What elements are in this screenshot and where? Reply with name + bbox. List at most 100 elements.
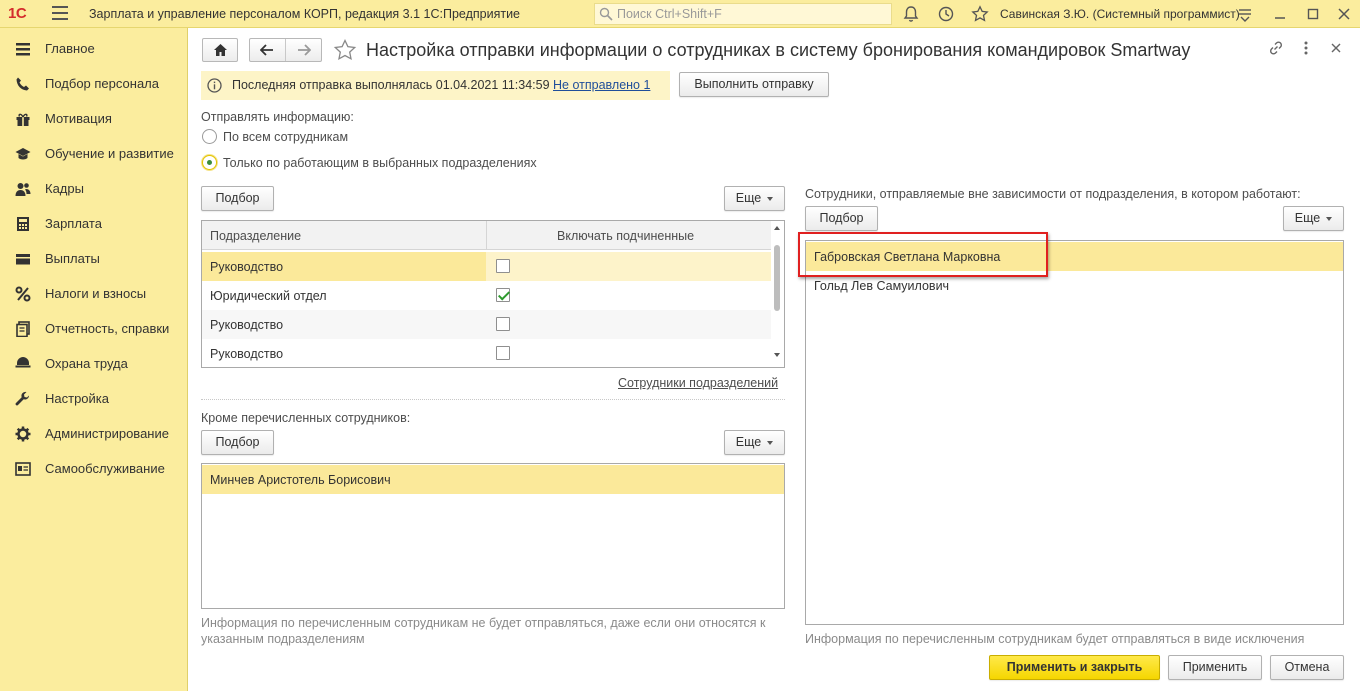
main-menu-icon[interactable] — [52, 6, 68, 20]
sidebar-item-taxes[interactable]: Налоги и взносы — [0, 275, 188, 310]
sidebar-item-recruiting[interactable]: Подбор персонала — [0, 65, 188, 100]
include-subordinates-checkbox[interactable] — [496, 288, 510, 302]
apply-button[interactable]: Применить — [1168, 655, 1262, 680]
scroll-down-icon[interactable] — [773, 352, 781, 358]
sidebar-item-label: Охрана труда — [45, 356, 128, 371]
radio-selected-departments-label[interactable]: Только по работающим в выбранных подразд… — [223, 156, 537, 170]
home-button[interactable] — [202, 38, 238, 62]
list-item[interactable]: Минчев Аристотель Борисович — [202, 465, 784, 494]
included-employees-list: Габровская Светлана Марковна Гольд Лев С… — [805, 240, 1344, 625]
dropdown-caret-icon — [767, 196, 774, 201]
sidebar-item-admin[interactable]: Администрирование — [0, 415, 188, 450]
sidebar-item-label: Настройка — [45, 391, 109, 406]
favorites-star-icon[interactable] — [971, 5, 989, 23]
more-label: Еще — [735, 435, 762, 449]
sidebar: Главное Подбор персонала Мотивация Обуче… — [0, 28, 188, 691]
table-row[interactable]: Юридический отдел — [202, 281, 772, 310]
employee-name: Гольд Лев Самуилович — [814, 279, 950, 293]
send-now-button[interactable]: Выполнить отправку — [679, 72, 829, 97]
table-row[interactable]: Руководство — [202, 252, 772, 281]
excluded-hint: Информация по перечисленным сотрудникам … — [201, 616, 766, 646]
excluded-more-button[interactable]: Еще — [724, 430, 785, 455]
included-pick-button[interactable]: Подбор — [805, 206, 878, 231]
include-subordinates-checkbox[interactable] — [496, 259, 510, 273]
sidebar-item-settings[interactable]: Настройка — [0, 380, 188, 415]
include-subordinates-checkbox[interactable] — [496, 317, 510, 331]
favorite-star-icon[interactable] — [333, 38, 357, 62]
sidebar-item-label: Самообслуживание — [45, 461, 165, 476]
table-scrollbar[interactable] — [771, 221, 783, 367]
scrollbar-thumb[interactable] — [774, 245, 780, 311]
sidebar-item-label: Зарплата — [45, 216, 102, 231]
sidebar-item-label: Отчетность, справки — [45, 321, 170, 336]
home-icon — [214, 44, 227, 56]
info-icon — [207, 78, 222, 93]
menu-lines-icon — [16, 43, 30, 56]
highlight-frame — [798, 232, 1048, 277]
forward-button[interactable] — [286, 39, 322, 61]
sidebar-item-salary[interactable]: Зарплата — [0, 205, 188, 240]
table-row[interactable]: Руководство — [202, 310, 772, 339]
sidebar-item-hr[interactable]: Кадры — [0, 170, 188, 205]
radio-all-employees-label[interactable]: По всем сотрудникам — [223, 130, 348, 144]
arrow-right-icon — [298, 44, 311, 56]
apply-and-close-button[interactable]: Применить и закрыть — [989, 655, 1160, 680]
sidebar-item-label: Главное — [45, 41, 95, 56]
excluded-pick-button[interactable]: Подбор — [201, 430, 274, 455]
sidebar-item-safety[interactable]: Охрана труда — [0, 345, 188, 380]
back-button[interactable] — [250, 39, 286, 61]
send-mode-label: Отправлять информацию: — [201, 110, 354, 124]
report-icon — [16, 321, 30, 337]
sidebar-item-selfservice[interactable]: Самообслуживание — [0, 450, 188, 485]
column-include-subordinates[interactable]: Включать подчиненные — [557, 229, 694, 243]
column-department[interactable]: Подразделение — [210, 229, 301, 243]
excluded-employees-label: Кроме перечисленных сотрудников: — [201, 411, 411, 425]
shield-icon — [15, 357, 31, 368]
cancel-button[interactable]: Отмена — [1270, 655, 1344, 680]
include-subordinates-checkbox[interactable] — [496, 346, 510, 360]
search-icon — [599, 7, 613, 21]
not-sent-link[interactable]: Не отправлено 1 — [553, 78, 650, 92]
departments-more-button[interactable]: Еще — [724, 186, 785, 211]
included-employees-label: Сотрудники, отправляемые вне зависимости… — [805, 187, 1301, 201]
scroll-up-icon[interactable] — [773, 225, 781, 231]
sidebar-item-label: Кадры — [45, 181, 84, 196]
sidebar-item-motivation[interactable]: Мотивация — [0, 100, 188, 135]
department-name: Руководство — [210, 318, 284, 332]
table-header: Подразделение Включать подчиненные — [202, 221, 772, 250]
department-employees-link[interactable]: Сотрудники подразделений — [618, 376, 778, 390]
sidebar-item-label: Обучение и развитие — [45, 146, 174, 161]
nav-buttons-group — [249, 38, 322, 62]
minimize-icon[interactable] — [1271, 5, 1289, 23]
app-logo[interactable]: 1С — [8, 5, 27, 22]
search-placeholder: Поиск Ctrl+Shift+F — [617, 7, 722, 21]
link-icon[interactable] — [1268, 40, 1284, 56]
departments-pick-button[interactable]: Подбор — [201, 186, 274, 211]
more-vertical-icon[interactable] — [1300, 40, 1312, 56]
dropdown-caret-icon — [767, 440, 774, 445]
employee-name: Минчев Аристотель Борисович — [210, 473, 391, 487]
search-input[interactable]: Поиск Ctrl+Shift+F — [594, 3, 892, 25]
maximize-icon[interactable] — [1304, 5, 1322, 23]
radio-selected-departments[interactable] — [202, 155, 217, 170]
settings-menu-icon[interactable] — [1236, 5, 1254, 23]
included-more-button[interactable]: Еще — [1283, 206, 1344, 231]
dropdown-caret-icon — [1326, 216, 1333, 221]
close-form-icon[interactable] — [1330, 42, 1342, 54]
close-window-icon[interactable] — [1335, 5, 1353, 23]
sidebar-item-training[interactable]: Обучение и развитие — [0, 135, 188, 170]
radio-all-employees[interactable] — [202, 129, 217, 144]
sidebar-item-reports[interactable]: Отчетность, справки — [0, 310, 188, 345]
sidebar-item-label: Администрирование — [45, 426, 169, 441]
department-name: Руководство — [210, 260, 284, 274]
bell-icon[interactable] — [902, 5, 920, 23]
user-name[interactable]: Савинская З.Ю. (Системный программист) — [1000, 7, 1240, 21]
app-title: Зарплата и управление персоналом КОРП, р… — [89, 7, 521, 21]
table-row[interactable]: Руководство — [202, 339, 772, 367]
wallet-icon — [16, 254, 30, 265]
sidebar-item-payments[interactable]: Выплаты — [0, 240, 188, 275]
sidebar-item-label: Налоги и взносы — [45, 286, 147, 301]
sidebar-item-main[interactable]: Главное — [0, 30, 188, 65]
excluded-employees-list: Минчев Аристотель Борисович — [201, 463, 785, 609]
history-icon[interactable] — [937, 5, 955, 23]
